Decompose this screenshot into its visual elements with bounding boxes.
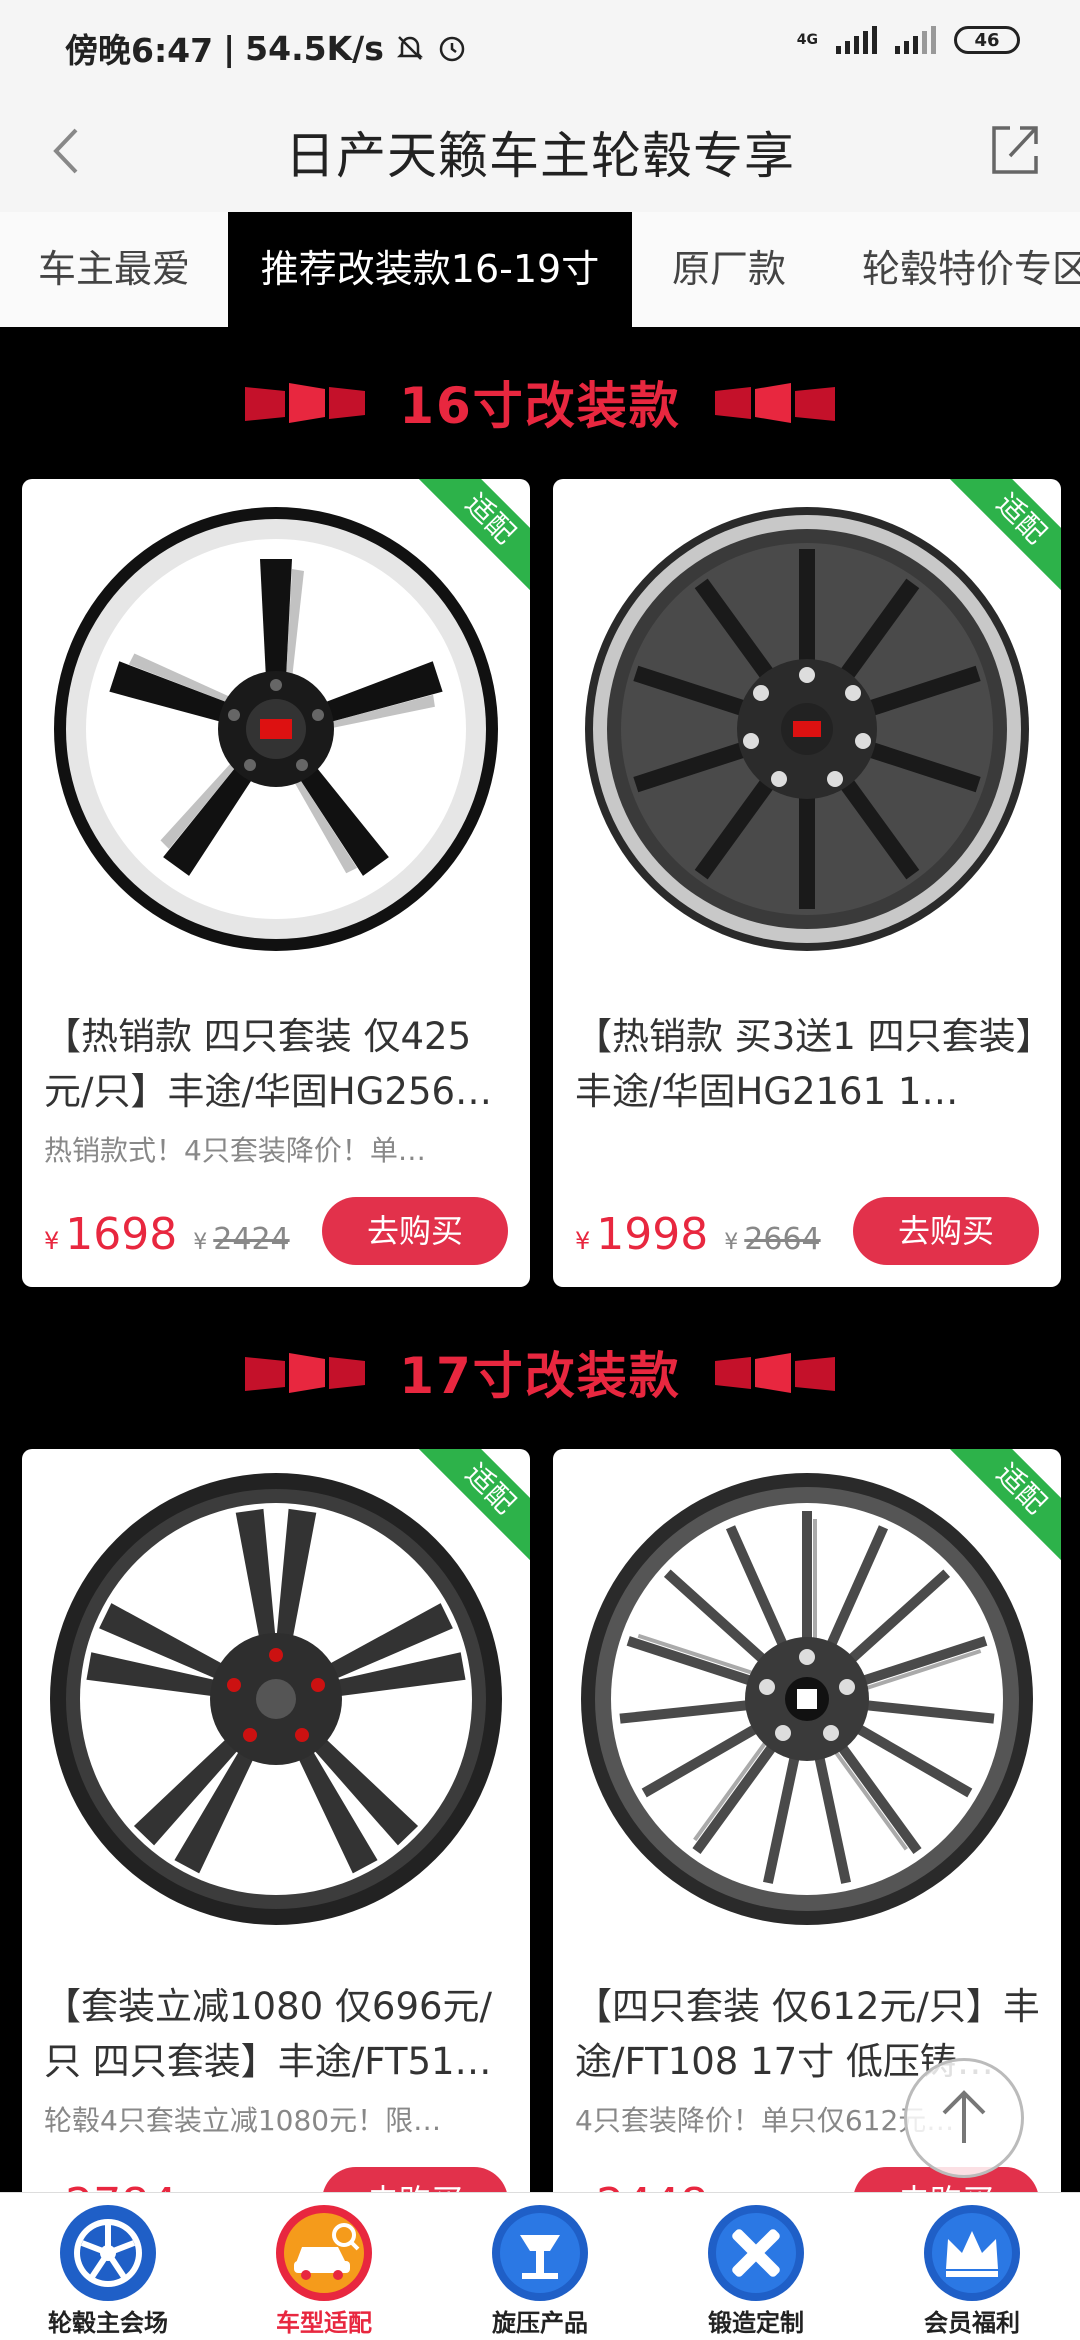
network-type: 4G [796, 32, 818, 48]
wheel-icon [60, 2205, 156, 2301]
tab-oem[interactable]: 原厂款 [672, 212, 786, 327]
nav-spin-forged[interactable]: 旋压产品 [432, 2193, 648, 2340]
old-currency: ¥ [193, 1230, 208, 1255]
signal-icon-2 [895, 26, 936, 54]
arrow-up-icon [942, 2090, 986, 2143]
price: 2784 [65, 2179, 177, 2192]
product-card[interactable]: 适配 【套装立减1080 仅696元/只 四只套装】丰途/FT51… 轮毂4只套… [22, 1449, 530, 2192]
buy-button[interactable]: 去购买 [322, 1197, 508, 1265]
product-card[interactable]: 适配 【热销款 四只套装 仅425元/只】丰途/华固HG256… 热销款式！4只… [22, 479, 530, 1287]
nav-label: 旋压产品 [492, 2309, 588, 2337]
tools-icon [708, 2205, 804, 2301]
product-title: 【套装立减1080 仅696元/只 四只套装】丰途/FT51… [44, 1985, 493, 2083]
nav-member-benefits[interactable]: 会员福利 [864, 2193, 1080, 2340]
product-desc: 热销款式！4只套装降价！单… [44, 1134, 426, 1167]
original-price: 2664 [744, 1222, 821, 1257]
section-title: 17寸改装款 [399, 1347, 681, 1405]
nav-vehicle-fit[interactable]: 车型适配 [216, 2193, 432, 2340]
wheel-image [585, 507, 1029, 951]
price-row: ¥ 1998 ¥ 2664 [575, 1209, 821, 1260]
price-row: ¥ 2448 [575, 2179, 708, 2192]
price: 2448 [596, 2179, 708, 2192]
old-currency: ¥ [724, 1230, 739, 1255]
currency: ¥ [575, 1227, 591, 1255]
alarm-icon [439, 36, 465, 62]
signal-icon [836, 26, 877, 54]
status-divider: | [223, 28, 236, 68]
nav-label: 锻造定制 [708, 2309, 804, 2337]
status-bar: 傍晚6:47 | 54.5K/s 4G 46 [0, 0, 1080, 90]
tab-recommended-mods[interactable]: 推荐改装款16-19寸 [228, 212, 632, 327]
scroll-to-top-button[interactable] [904, 2058, 1024, 2178]
left-decoration-icon [245, 383, 366, 423]
currency: ¥ [44, 1227, 60, 1255]
nav-forged-custom[interactable]: 锻造定制 [648, 2193, 864, 2340]
app-header: 日产天籁车主轮毂专享 [0, 90, 1080, 212]
status-speed: 54.5K/s [245, 28, 384, 68]
category-tabs: 车主最爱 推荐改装款16-19寸 原厂款 轮毂特价专区 [0, 212, 1080, 327]
price-row: ¥ 1698 ¥ 2424 [44, 1209, 290, 1260]
original-price: 2424 [213, 1222, 290, 1257]
tab-favorites[interactable]: 车主最爱 [38, 212, 190, 327]
product-card[interactable]: 适配 【热销款 买3送1 四只套装】丰途/华固HG2161 1… ¥ 1998 … [553, 479, 1061, 1287]
product-title: 【热销款 买3送1 四只套装】丰途/华固HG2161 1… [575, 1015, 1035, 1113]
buy-button[interactable]: 去购买 [322, 2167, 508, 2192]
status-time: 傍晚6:47 [65, 31, 214, 70]
bottom-nav: 轮毂主会场 车型适配 旋压产品 锻造定制 会员福利 [0, 2192, 1080, 2340]
crown-icon [924, 2205, 1020, 2301]
nav-label: 轮毂主会场 [48, 2309, 168, 2337]
wheel-image [54, 507, 498, 951]
product-title: 【热销款 四只套装 仅425元/只】丰途/华固HG256… [44, 1015, 493, 1113]
price: 1698 [65, 1209, 178, 1260]
price-row: ¥ 2784 [44, 2179, 177, 2192]
status-left: 傍晚6:47 | 54.5K/s [65, 24, 468, 72]
section-title: 16寸改装款 [399, 377, 681, 435]
tab-specials[interactable]: 轮毂特价专区 [862, 212, 1080, 327]
right-decoration-icon [714, 383, 835, 423]
spinning-tool-icon [492, 2205, 588, 2301]
buy-button[interactable]: 去购买 [853, 1197, 1039, 1265]
section-header-17: 17寸改装款 [0, 1327, 1080, 1417]
nav-label: 车型适配 [276, 2309, 372, 2337]
share-icon[interactable] [980, 114, 1050, 184]
battery-icon: 46 [954, 26, 1020, 54]
price: 1998 [596, 1209, 709, 1260]
product-desc: 轮毂4只套装立减1080元！限… [44, 2104, 442, 2137]
status-right: 4G 46 [797, 26, 1020, 54]
right-decoration-icon [714, 1353, 835, 1393]
nav-main-venue[interactable]: 轮毂主会场 [0, 2193, 216, 2340]
page-title: 日产天籁车主轮毂专享 [285, 127, 795, 185]
wheel-image [50, 1473, 502, 1925]
bell-off-icon [396, 36, 423, 60]
left-decoration-icon [245, 1353, 366, 1393]
product-list: 16寸改装款 适配 【热销款 四只套装 仅425元/只】丰途/华固HG256… … [0, 327, 1080, 2192]
car-search-icon [276, 2205, 372, 2301]
section-header-16: 16寸改装款 [0, 357, 1080, 447]
wheel-image [581, 1473, 1033, 1925]
battery-level: 46 [974, 29, 1000, 51]
nav-label: 会员福利 [924, 2309, 1020, 2337]
